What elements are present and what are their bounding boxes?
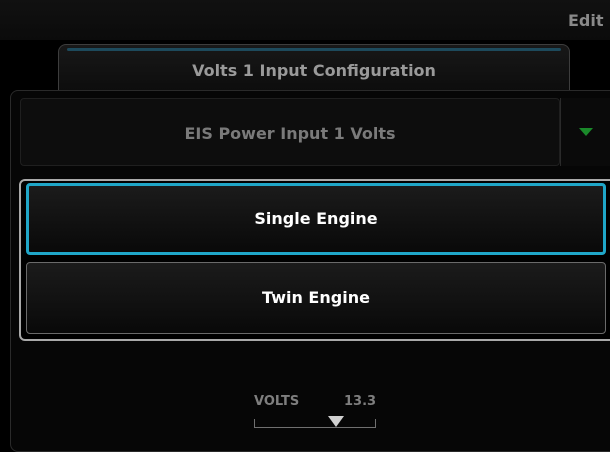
single-engine-option[interactable]: Single Engine [26,183,606,255]
gauge-scale-line [254,427,376,428]
volts-gauge [254,414,376,428]
twin-engine-option[interactable]: Twin Engine [26,262,606,334]
screen-title: Edit [568,11,604,30]
tab-accent-bar [67,48,561,51]
tab-volts-1-input-configuration[interactable]: Volts 1 Input Configuration [58,44,570,90]
title-bar: Edit [0,0,610,40]
gauge-tick-max [375,419,376,428]
gauge-tick-min [254,419,255,428]
gauge-pointer-icon [327,416,344,427]
power-input-select-value: EIS Power Input 1 Volts [184,124,396,143]
power-input-select-toggle[interactable] [560,98,610,166]
volts-readout-value: 13.3 [344,394,377,409]
tab-label: Volts 1 Input Configuration [192,61,436,80]
chevron-down-icon [579,128,593,136]
power-input-select[interactable]: EIS Power Input 1 Volts [20,98,560,166]
volts-readout-label: VOLTS [254,394,300,409]
